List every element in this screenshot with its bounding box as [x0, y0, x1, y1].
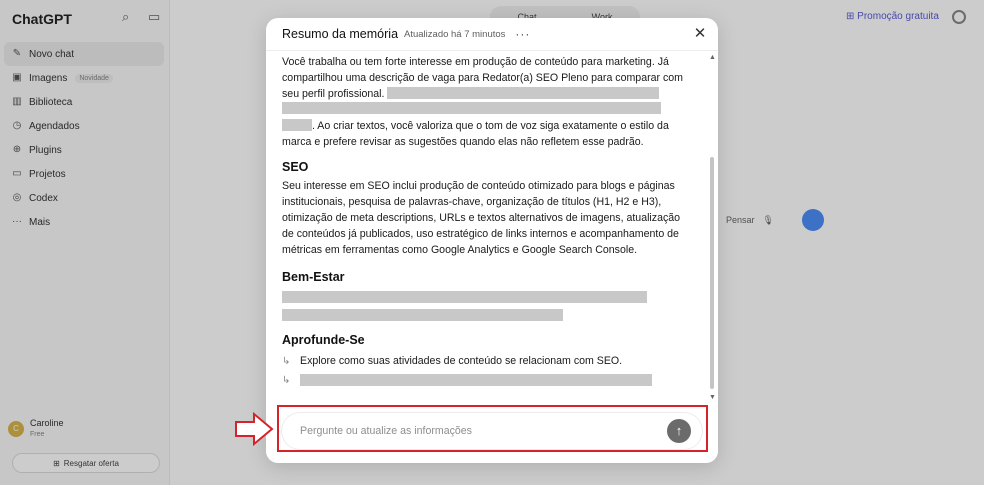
- intro-tail-text: . Ao criar textos, você valoriza que o t…: [282, 120, 669, 148]
- intro-paragraph: Você trabalha ou tem forte interesse em …: [282, 54, 692, 102]
- subdirectory-arrow-icon: ↳: [282, 355, 291, 367]
- scrollbar-thumb[interactable]: [710, 157, 714, 389]
- memory-content[interactable]: Você trabalha ou tem forte interesse em …: [282, 53, 702, 403]
- dialog-title: Resumo da memória: [282, 27, 399, 41]
- more-options-icon[interactable]: ···: [515, 27, 530, 41]
- scrollbar[interactable]: ▲ ▼: [709, 54, 716, 404]
- scroll-up-icon[interactable]: ▲: [709, 54, 716, 61]
- close-icon[interactable]: ✕: [692, 26, 708, 42]
- section-title-deepen: Aprofunde-Se: [282, 333, 365, 347]
- suggestion-text: Explore como suas atividades de conteúdo…: [300, 355, 623, 367]
- scroll-down-icon[interactable]: ▼: [709, 394, 716, 401]
- redacted-text: [300, 374, 652, 386]
- redacted-text: [282, 102, 661, 114]
- memory-summary-dialog: Resumo da memória Atualizado há 7 minuto…: [266, 18, 718, 463]
- section-title-seo: SEO: [282, 160, 309, 174]
- highlight-box: [277, 405, 708, 452]
- suggestion-item[interactable]: ↳: [282, 374, 652, 386]
- dialog-header: Resumo da memória Atualizado há 7 minuto…: [266, 18, 718, 51]
- seo-paragraph: Seu interesse em SEO inclui produção de …: [282, 180, 681, 256]
- redacted-text: [282, 119, 312, 131]
- last-updated-text: Atualizado há 7 minutos: [404, 28, 506, 40]
- callout-arrow-icon: [235, 412, 274, 446]
- subdirectory-arrow-icon: ↳: [282, 374, 291, 386]
- section-title-wellbeing: Bem-Estar: [282, 270, 345, 284]
- intro-paragraph-tail: . Ao criar textos, você valoriza que o t…: [282, 118, 692, 150]
- suggestion-item[interactable]: ↳ Explore como suas atividades de conteú…: [282, 355, 622, 367]
- redacted-text: [282, 291, 647, 303]
- redacted-text: [282, 309, 563, 321]
- redacted-text: [387, 87, 660, 99]
